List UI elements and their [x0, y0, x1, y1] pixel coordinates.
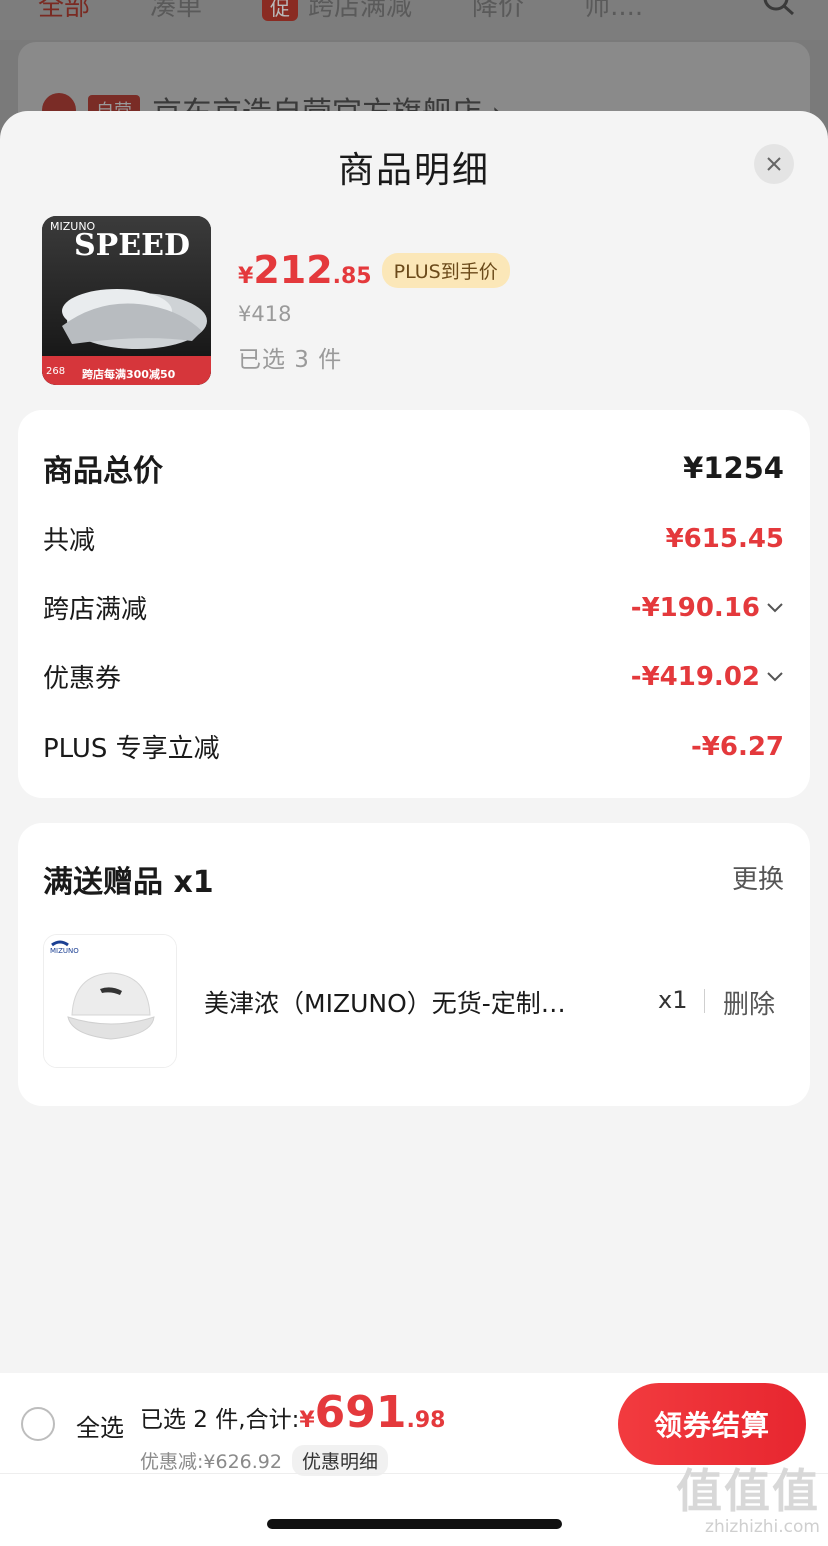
gift-quantity: x1 — [658, 986, 688, 1014]
coupon-value-group: -¥419.02 — [631, 662, 784, 692]
select-all-radio[interactable] — [21, 1407, 55, 1441]
thumb-price: 268 — [46, 366, 66, 377]
product-image[interactable]: MIZUNO SPEED 268 跨店每满300减50 — [42, 216, 211, 385]
watermark-url: zhizhizhi.com — [705, 1517, 820, 1537]
original-price: ¥418 — [238, 302, 292, 326]
select-all-label[interactable]: 全选 — [76, 1408, 124, 1443]
close-icon — [767, 157, 781, 171]
discount-line: 优惠减:¥626.92 优惠明细 — [140, 1445, 388, 1476]
chevron-down-icon — [767, 602, 783, 612]
tab-price-drop: 降价 — [472, 0, 525, 22]
search-icon — [763, 0, 794, 16]
total-reduction-label: 共减 — [43, 526, 96, 556]
price-detail-card: 商品总价 ¥1254 共减 ¥615.45 跨店满减 -¥190.16 优惠券 … — [18, 410, 810, 798]
watermark-logo: 值值值 — [676, 1464, 820, 1518]
tab-cross-store-label: 跨店满减 — [308, 0, 413, 22]
total-price-value: ¥1254 — [683, 451, 784, 485]
gift-card: 满送赠品 x1 更换 MIZUNO 美津浓（MIZUNO）无货-定制… x1 删… — [18, 823, 810, 1106]
price-symbol: ¥ — [238, 264, 254, 289]
tab-cross-store: 促跨店满减 — [262, 0, 412, 23]
tab-more: 师.... — [584, 0, 644, 22]
plus-discount-value: -¥6.27 — [690, 731, 784, 762]
coupon-value: -¥419.02 — [630, 661, 760, 692]
thumb-headline: SPEED — [74, 228, 190, 263]
close-button[interactable] — [754, 144, 794, 184]
delete-gift-button[interactable]: 删除 — [723, 984, 775, 1021]
selected-count: 已选 3 件 — [238, 347, 343, 373]
checkout-bar: 全选 已选 2 件,合计: ¥ 691 .98 优惠减:¥626.92 优惠明细… — [0, 1373, 828, 1546]
gift-title: 满送赠品 x1 — [43, 865, 214, 900]
sheet-title: 商品明细 — [337, 150, 490, 191]
thumb-banner: 跨店每满300减50 — [82, 368, 176, 381]
tab-bundle: 凑单 — [150, 0, 203, 22]
gift-image[interactable]: MIZUNO — [43, 934, 177, 1068]
cross-store-value-group: -¥190.16 — [631, 593, 784, 623]
chevron-down-icon — [767, 671, 783, 681]
price-decimal: .85 — [332, 264, 372, 289]
gift-name[interactable]: 美津浓（MIZUNO）无货-定制… — [204, 984, 634, 1020]
product-detail-sheet: 商品明细 MIZUNO SPEED 268 跨店每满300减50 ¥ 212 .… — [0, 111, 828, 1546]
background-tab-bar: 全部 凑单 促跨店满减 降价 师.... — [0, 0, 828, 40]
home-indicator — [267, 1519, 562, 1529]
plus-discount-label: PLUS 专享立减 — [43, 734, 220, 764]
plus-discount-row: PLUS 专享立减 -¥6.27 — [43, 728, 784, 765]
total-decimal: .98 — [406, 1408, 446, 1433]
cross-store-discount-row[interactable]: 跨店满减 -¥190.16 — [43, 589, 784, 626]
total-prefix: 已选 2 件,合计: — [140, 1407, 300, 1433]
gift-thumb-brand: MIZUNO — [50, 947, 79, 955]
cross-store-value: -¥190.16 — [630, 592, 760, 623]
discount-detail-button[interactable]: 优惠明细 — [291, 1445, 388, 1476]
watermark: 值值值 zhizhizhi.com — [676, 1465, 820, 1537]
total-integer: 691 — [314, 1387, 407, 1438]
total-reduction-value: ¥615.45 — [665, 523, 784, 554]
checkout-button[interactable]: 领券结算 — [618, 1383, 806, 1465]
total-reduction-row: 共减 ¥615.45 — [43, 520, 784, 557]
plus-price: ¥ 212 .85 PLUS到手价 — [238, 248, 510, 292]
coupon-row[interactable]: 优惠券 -¥419.02 — [43, 658, 784, 695]
total-price-row: 商品总价 ¥1254 — [43, 446, 784, 490]
tab-all: 全部 — [38, 0, 91, 22]
total-line: 已选 2 件,合计: ¥ 691 .98 — [140, 1387, 445, 1438]
promo-tag: 促 — [262, 0, 299, 21]
plus-price-tag: PLUS到手价 — [381, 252, 510, 288]
price-integer: 212 — [253, 248, 333, 292]
change-gift-button[interactable]: 更换 — [732, 859, 784, 896]
coupon-label: 优惠券 — [43, 664, 122, 694]
discount-amount: 优惠减:¥626.92 — [140, 1451, 282, 1473]
total-symbol: ¥ — [299, 1408, 315, 1433]
cross-store-label: 跨店满减 — [43, 595, 148, 625]
total-price-label: 商品总价 — [43, 454, 163, 489]
product-summary: MIZUNO SPEED 268 跨店每满300减50 ¥ 212 .85 PL… — [42, 216, 786, 386]
gift-divider — [704, 989, 705, 1013]
